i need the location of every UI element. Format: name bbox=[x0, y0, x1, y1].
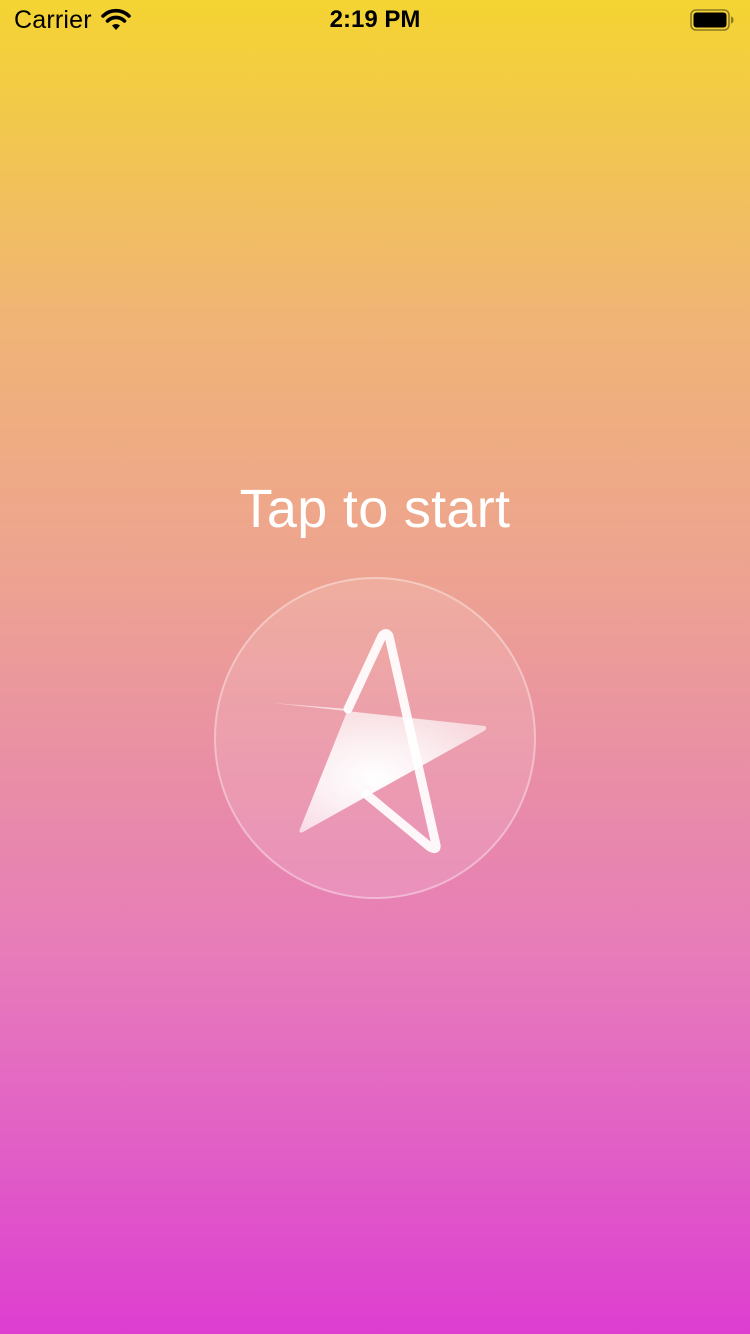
app-screen: Carrier 2:19 PM Tap to start bbox=[0, 0, 750, 1334]
status-bar: Carrier 2:19 PM bbox=[0, 0, 750, 40]
tap-to-start-label: Tap to start bbox=[239, 479, 511, 539]
start-button[interactable] bbox=[214, 577, 536, 899]
battery-icon bbox=[690, 9, 734, 31]
star-icon bbox=[273, 629, 487, 854]
status-time: 2:19 PM bbox=[329, 6, 421, 33]
